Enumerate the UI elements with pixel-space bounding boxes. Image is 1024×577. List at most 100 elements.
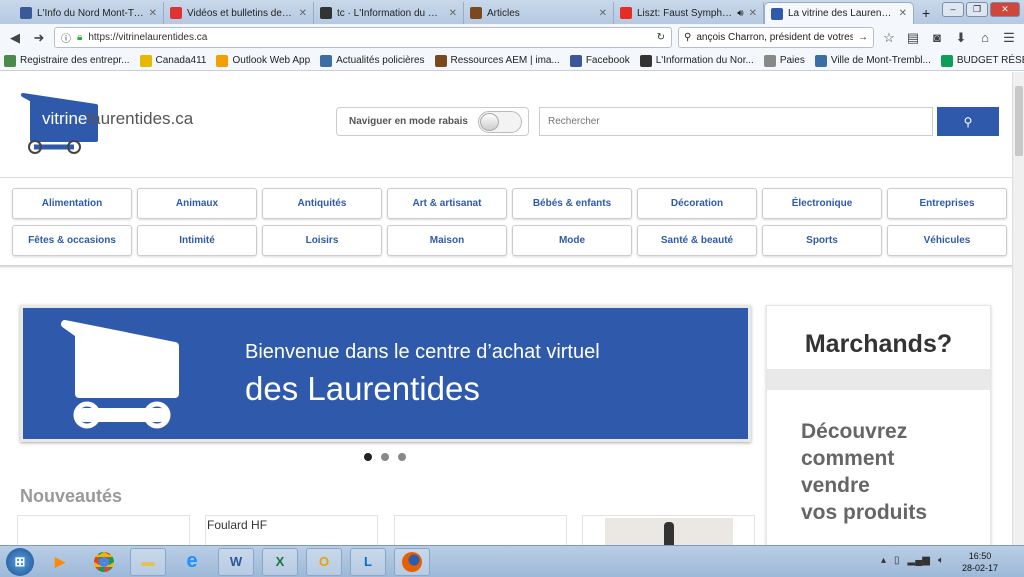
hero-banner[interactable]: Bienvenue dans le centre d’achat virtuel…	[20, 305, 751, 442]
volume-icon[interactable]: 🔈︎	[938, 555, 944, 566]
system-tray: ▴ ▯ ▂▄▆ 🔈︎	[881, 555, 944, 566]
info-icon[interactable]: ⓘ	[61, 30, 71, 45]
bookmark-star-icon[interactable]: ☆	[880, 30, 898, 46]
bookmark-item[interactable]: Ville de Mont-Trembl...	[814, 54, 931, 67]
category-button[interactable]: Santé & beauté	[637, 225, 757, 256]
bookmark-item[interactable]: Ressources AEM | ima...	[434, 54, 560, 67]
close-tab-icon[interactable]: ✕	[449, 8, 457, 19]
bookmark-item[interactable]: L'Information du Nor...	[639, 54, 754, 67]
close-tab-icon[interactable]: ✕	[299, 8, 307, 19]
carousel-dot[interactable]	[398, 453, 406, 461]
home-icon[interactable]: ⌂	[976, 30, 994, 45]
site-search-input[interactable]	[539, 107, 933, 136]
search-icon: ⚲	[963, 114, 973, 129]
carousel-dots	[364, 453, 406, 461]
product-card[interactable]	[17, 515, 190, 545]
device-icon[interactable]: ▯	[894, 555, 900, 566]
word-icon[interactable]: W	[218, 547, 254, 576]
signal-icon[interactable]: ▂▄▆	[908, 555, 930, 566]
lync-icon[interactable]: L	[350, 547, 386, 576]
menu-icon[interactable]: ☰	[1000, 30, 1018, 46]
category-button[interactable]: Antiquités	[262, 188, 382, 219]
category-button[interactable]: Alimentation	[12, 188, 132, 219]
bookmark-item[interactable]: Canada411	[139, 54, 206, 67]
site-logo[interactable]: vitrinelaurentides.ca	[20, 92, 200, 156]
forward-icon[interactable]: ➜	[30, 30, 48, 46]
restore-button[interactable]: ❐	[966, 2, 988, 17]
bookmark-item[interactable]: Paies	[763, 54, 805, 67]
close-tab-icon[interactable]: ✕	[749, 8, 757, 19]
bookmark-item[interactable]: Outlook Web App	[216, 54, 310, 67]
category-button[interactable]: Bébés & enfants	[512, 188, 632, 219]
start-button[interactable]: ⊞	[6, 547, 34, 576]
browser-tab[interactable]: Liszt: Faust Sympho... 🔊︎ ✕	[614, 2, 764, 24]
minimize-button[interactable]: –	[942, 2, 964, 17]
clock[interactable]: 16:50 28-02-17	[962, 550, 998, 574]
close-tab-icon[interactable]: ✕	[149, 8, 157, 19]
bookmark-icon	[139, 54, 152, 67]
category-button[interactable]: Électronique	[762, 188, 882, 219]
audio-icon[interactable]: 🔊︎	[737, 8, 743, 19]
go-icon[interactable]: →	[858, 32, 868, 43]
chrome-icon[interactable]	[86, 548, 122, 576]
browser-tab[interactable]: La vitrine des Laurentide...✕	[764, 2, 914, 24]
favicon-icon	[771, 7, 783, 20]
outlook-icon[interactable]: O	[306, 547, 342, 576]
site-search-button[interactable]: ⚲	[937, 107, 999, 136]
browser-search-input[interactable]: ⚲ ançois Charron, président de votresite.…	[678, 27, 874, 48]
browser-tab[interactable]: L'Info du Nord Mont-Tr... ✕	[14, 2, 164, 24]
close-tab-icon[interactable]: ✕	[899, 8, 907, 19]
reload-icon[interactable]: ↻	[657, 32, 665, 43]
show-hidden-icon[interactable]: ▴	[881, 555, 886, 566]
bookmark-item[interactable]: Actualités policières	[320, 54, 425, 67]
scrollbar[interactable]	[1012, 72, 1024, 545]
category-button[interactable]: Intimité	[137, 225, 257, 256]
category-button[interactable]: Art & artisanat	[387, 188, 507, 219]
pocket-icon[interactable]: ◙	[928, 30, 946, 45]
rabais-mode: Naviguer en mode rabais	[336, 107, 529, 136]
rabais-toggle[interactable]	[477, 110, 522, 133]
explorer-icon[interactable]: ▬	[130, 547, 166, 576]
firefox-icon[interactable]	[394, 547, 430, 576]
bookmark-icon	[639, 54, 652, 67]
bookmark-item[interactable]: Facebook	[569, 54, 630, 67]
product-card[interactable]	[394, 515, 567, 545]
bookmark-icon	[814, 54, 827, 67]
category-button[interactable]: Entreprises	[887, 188, 1007, 219]
close-tab-icon[interactable]: ✕	[599, 8, 607, 19]
category-button[interactable]: Fêtes & occasions	[12, 225, 132, 256]
excel-icon[interactable]: X	[262, 547, 298, 576]
clipboard-icon[interactable]: ▤	[904, 30, 922, 46]
product-card[interactable]: Foulard HF	[205, 515, 378, 545]
category-button[interactable]: Maison	[387, 225, 507, 256]
carousel-dot[interactable]	[381, 453, 389, 461]
search-value: ançois Charron, président de votresite.c…	[696, 32, 853, 43]
carousel-dot[interactable]	[364, 453, 372, 461]
internet-explorer-icon[interactable]: e	[174, 548, 210, 576]
category-button[interactable]: Sports	[762, 225, 882, 256]
back-icon[interactable]: ◀	[6, 30, 24, 46]
browser-tab[interactable]: tc · L'Information du Nord ...✕	[314, 2, 464, 24]
url-bar[interactable]: ⓘ 🔒︎ https://vitrinelaurentides.ca ↻	[54, 27, 672, 48]
browser-tab[interactable]: Vidéos et bulletins de no... ✕	[164, 2, 314, 24]
category-button[interactable]: Mode	[512, 225, 632, 256]
new-tab-button[interactable]: +	[914, 0, 938, 24]
favicon-icon	[620, 7, 632, 19]
category-button[interactable]: Loisirs	[262, 225, 382, 256]
bookmark-item[interactable]: Registraire des entrepr...	[4, 54, 130, 67]
banner-line2: des Laurentides	[245, 370, 480, 407]
download-icon[interactable]: ⬇	[952, 30, 970, 46]
browser-tab[interactable]: Articles ✕	[464, 2, 614, 24]
favicon-icon	[170, 7, 182, 19]
category-button[interactable]: Animaux	[137, 188, 257, 219]
media-player-icon[interactable]: ▶	[42, 548, 78, 576]
bookmark-item[interactable]: BUDGET RÉSEAU TC ...	[940, 54, 1024, 67]
close-window-button[interactable]: ✕	[990, 2, 1020, 17]
navigation-bar: ◀ ➜ ⓘ 🔒︎ https://vitrinelaurentides.ca ↻ …	[0, 24, 1024, 51]
cart-icon	[61, 320, 179, 429]
marchands-panel[interactable]: Marchands? Découvrez comment vendre vos …	[766, 305, 991, 545]
category-button[interactable]: Décoration	[637, 188, 757, 219]
product-card[interactable]	[582, 515, 755, 545]
marchands-title: Marchands?	[804, 330, 953, 358]
category-button[interactable]: Véhicules	[887, 225, 1007, 256]
